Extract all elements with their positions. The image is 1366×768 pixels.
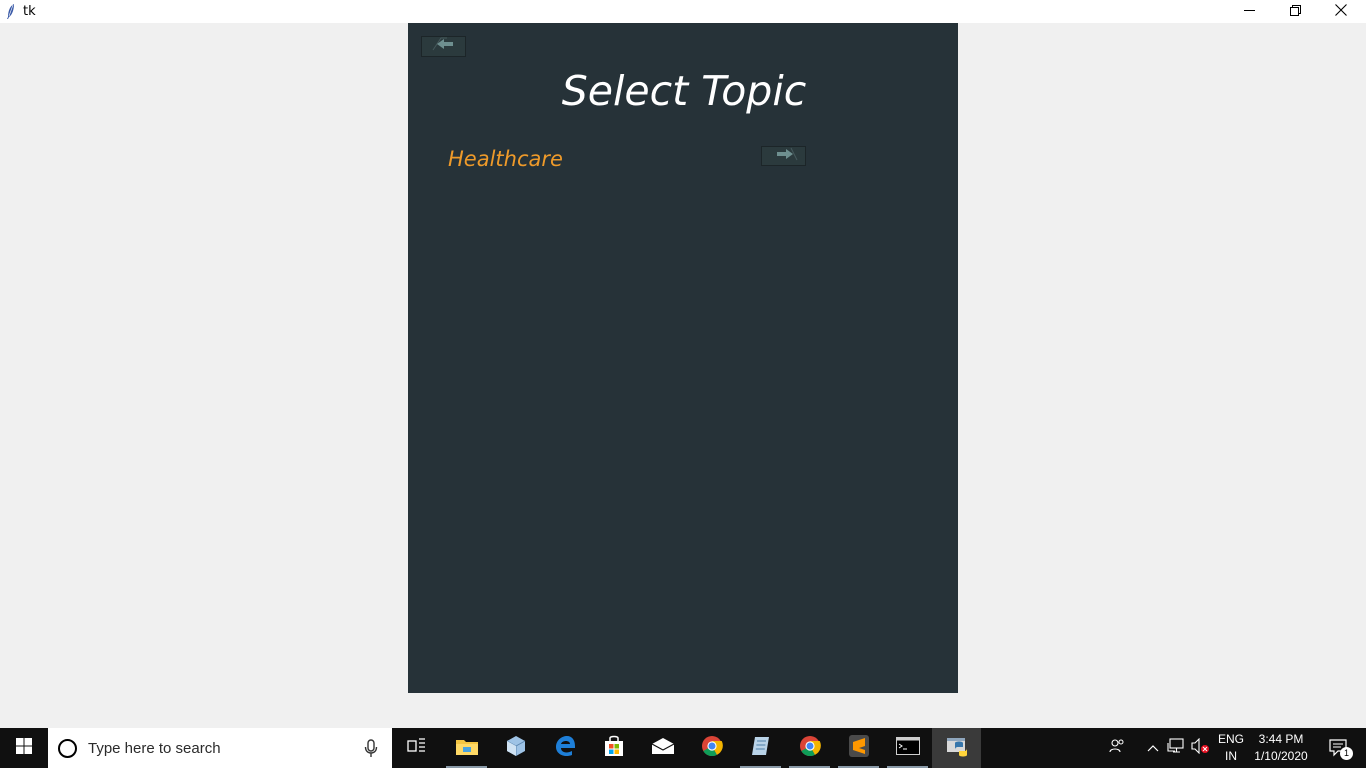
taskbar-sublime-text[interactable]: [834, 728, 883, 768]
close-icon: [1335, 3, 1347, 21]
page-title: Select Topic: [561, 67, 807, 115]
language-indicator[interactable]: ENG IN: [1212, 728, 1250, 768]
tk-feather-icon: [6, 3, 16, 20]
volume-button[interactable]: [1188, 728, 1212, 768]
taskbar-notes-app[interactable]: [736, 728, 785, 768]
taskbar-edge[interactable]: [540, 728, 589, 768]
back-button[interactable]: [421, 36, 466, 57]
taskbar-python[interactable]: [932, 728, 981, 768]
task-view-icon: [406, 737, 427, 759]
window-title: tk: [23, 4, 36, 19]
edge-icon: [554, 735, 576, 762]
notes-app-icon: [750, 735, 772, 762]
taskbar-terminal[interactable]: [883, 728, 932, 768]
taskbar-file-explorer[interactable]: [442, 728, 491, 768]
app-frame: Select Topic Healthcare: [408, 23, 958, 693]
sublime-text-icon: [848, 734, 869, 762]
chrome-icon: [799, 735, 821, 762]
microphone-icon[interactable]: [364, 739, 378, 758]
restore-icon: [1289, 3, 1301, 21]
file-explorer-icon: [455, 736, 479, 761]
minimize-icon: [1243, 3, 1255, 21]
topic-go-button-healthcare[interactable]: [761, 146, 806, 166]
action-center-button[interactable]: 1: [1318, 728, 1362, 768]
close-button[interactable]: [1318, 0, 1364, 23]
language-code: ENG: [1217, 732, 1244, 746]
taskbar-mail[interactable]: [638, 728, 687, 768]
arrow-left-icon: [427, 37, 461, 56]
taskbar: Type here to search ENG IN 3:44 PM 1/10/…: [0, 728, 1366, 768]
minimize-button[interactable]: [1226, 0, 1272, 23]
notification-icon: 1: [1329, 738, 1353, 760]
people-icon: [1109, 738, 1125, 759]
show-hidden-icons-button[interactable]: [1143, 728, 1163, 768]
chevron-up-icon: [1147, 739, 1159, 757]
start-button[interactable]: [0, 728, 48, 768]
3d-box-icon: [505, 735, 527, 762]
taskbar-chrome-2[interactable]: [785, 728, 834, 768]
language-region: IN: [1224, 749, 1237, 763]
windows-logo-icon: [16, 737, 32, 759]
clock[interactable]: 3:44 PM 1/10/2020: [1250, 728, 1312, 768]
restore-button[interactable]: [1272, 0, 1318, 23]
topic-label-healthcare: Healthcare: [448, 147, 563, 171]
arrow-right-icon: [767, 147, 801, 166]
mail-icon: [651, 737, 675, 760]
store-icon: [603, 735, 625, 762]
network-icon: [1167, 737, 1185, 759]
taskbar-store[interactable]: [589, 728, 638, 768]
notification-count-badge: 1: [1340, 747, 1353, 760]
window-titlebar: tk: [0, 0, 1366, 23]
clock-time: 3:44 PM: [1258, 732, 1304, 746]
volume-muted-icon: [1190, 737, 1210, 759]
people-button[interactable]: [1103, 728, 1131, 768]
cortana-icon: [58, 739, 77, 758]
chrome-icon: [701, 735, 723, 762]
taskbar-chrome-1[interactable]: [687, 728, 736, 768]
python-icon: [945, 735, 969, 762]
network-button[interactable]: [1165, 728, 1187, 768]
terminal-icon: [895, 736, 920, 760]
clock-date: 1/10/2020: [1254, 749, 1308, 763]
search-box[interactable]: Type here to search: [48, 728, 392, 768]
search-placeholder: Type here to search: [88, 740, 221, 757]
task-view-button[interactable]: [392, 728, 441, 768]
taskbar-3d-viewer[interactable]: [491, 728, 540, 768]
